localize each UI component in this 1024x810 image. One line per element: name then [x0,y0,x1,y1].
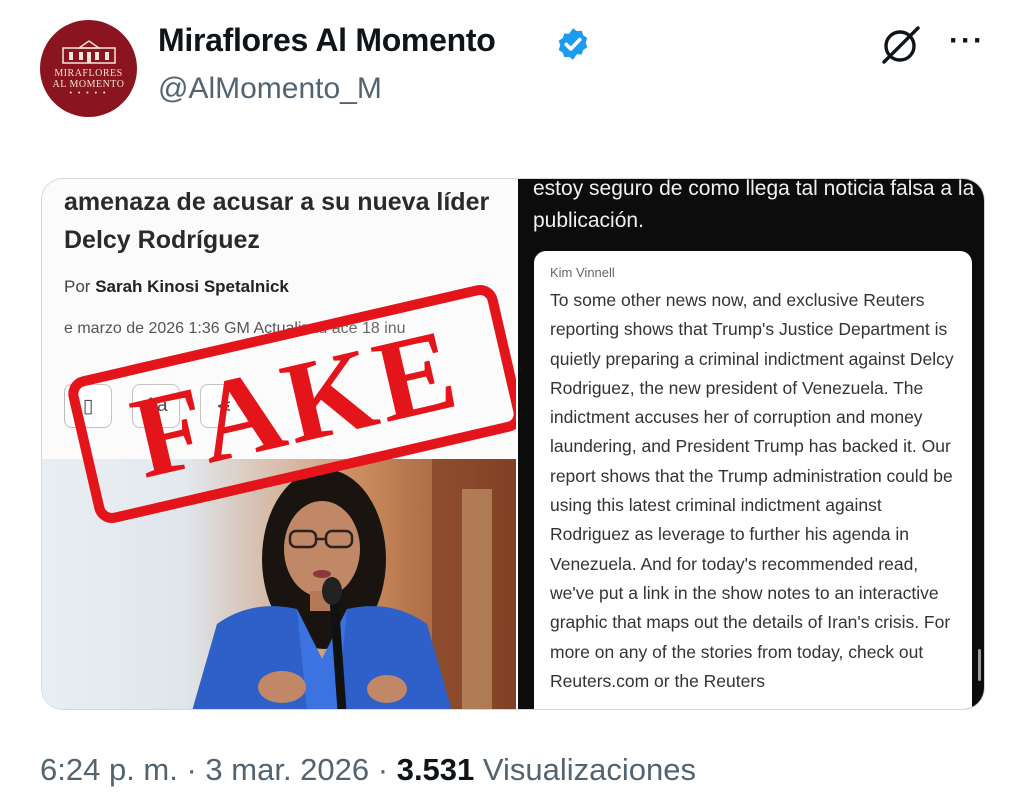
building-logo-icon [61,39,116,64]
avatar-logo-line-2: AL MOMENTO [52,78,125,90]
avatar[interactable]: MIRAFLORES AL MOMENTO • • • • • [40,20,137,117]
views-label[interactable]: Visualizaciones [474,752,696,787]
transcript-card: Kim Vinnell To some other news now, and … [534,251,981,709]
media-card[interactable]: amenaza de acusar a su nueva líder Delcy… [41,178,985,710]
meta-separator-2: · [369,752,397,787]
transcript-speaker: Kim Vinnell [550,265,615,280]
reply-text: estoy seguro de como llega tal noticia f… [533,179,975,232]
transcript-scrollbar [978,649,981,681]
handle[interactable]: @AlMomento_M [158,72,382,106]
tweet-time[interactable]: 6:24 p. m. [40,752,178,787]
media-image-right[interactable]: estoy seguro de como llega tal noticia f… [518,179,984,709]
media-image-left[interactable]: amenaza de acusar a su nueva líder Delcy… [42,179,516,709]
verified-badge-icon[interactable] [555,26,591,62]
transcript-body: To some other news now, and exclusive Re… [550,290,954,691]
tweet-date[interactable]: 3 mar. 2026 [205,752,369,787]
grok-icon[interactable] [878,22,924,68]
views-count[interactable]: 3.531 [397,752,475,787]
avatar-logo-line-1: MIRAFLORES [54,67,123,79]
byline-prefix: Por [64,277,96,296]
avatar-dots: • • • • • [69,89,108,97]
byline-names: Sarah Kinosi Spetalnick [95,277,289,296]
display-name[interactable]: Miraflores Al Momento [158,22,496,59]
meta-separator-1: · [177,752,206,787]
article-headline: amenaza de acusar a su nueva líder Delcy… [64,188,490,254]
more-options-icon[interactable]: ··· [944,26,990,62]
tweet-metadata: 6:24 p. m. · 3 mar. 2026 · 3.531 Visuali… [40,752,696,788]
article-byline: Por Sarah Kinosi Spetalnick [64,277,289,297]
